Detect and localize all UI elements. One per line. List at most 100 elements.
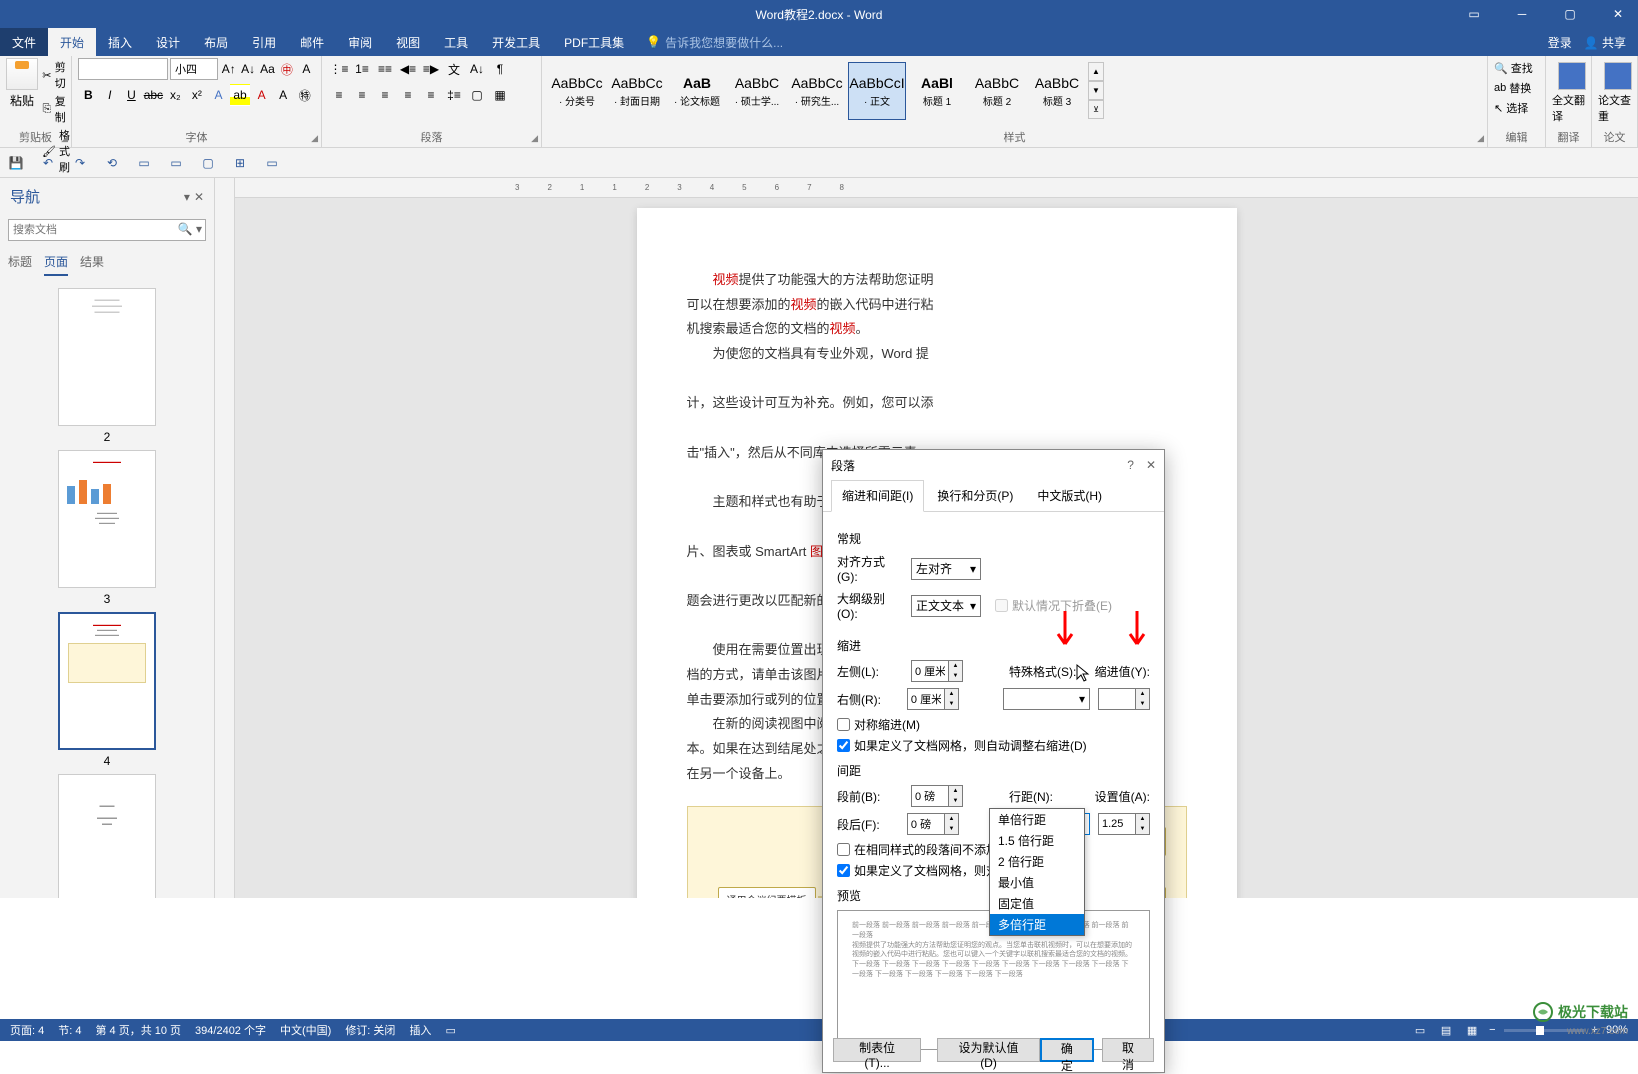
replace-button[interactable]: ab替换	[1494, 78, 1539, 98]
tab-cn-layout[interactable]: 中文版式(H)	[1026, 480, 1113, 511]
font-color-button[interactable]: A	[251, 84, 272, 106]
default-button[interactable]: 设为默认值(D)	[937, 1038, 1040, 1062]
menu-review[interactable]: 审阅	[336, 28, 384, 56]
line-spacing-button[interactable]: ‡≡	[443, 84, 465, 106]
status-pages[interactable]: 第 4 页，共 10 页	[95, 1022, 181, 1038]
font-size-select[interactable]	[170, 58, 218, 80]
change-case-button[interactable]: Aa	[259, 58, 276, 80]
menu-view[interactable]: 视图	[384, 28, 432, 56]
spin-up[interactable]: ▲	[945, 689, 958, 699]
chevron-down-icon[interactable]: ▾	[184, 190, 190, 204]
underline-button[interactable]: U	[121, 84, 142, 106]
styles-scroll-down[interactable]: ▼	[1088, 81, 1104, 100]
thesis-check-button[interactable]: 论文查重	[1598, 58, 1638, 124]
spin-down[interactable]: ▼	[949, 796, 962, 806]
ribbon-options-icon[interactable]: ▭	[1454, 0, 1494, 28]
menu-pdf[interactable]: PDF工具集	[552, 28, 636, 56]
tab-headings[interactable]: 标题	[8, 249, 32, 276]
borders-button[interactable]: ▦	[489, 84, 511, 106]
clipboard-launcher-icon[interactable]: ◢	[61, 133, 68, 144]
share-button[interactable]: 👤 共享	[1584, 34, 1626, 51]
spin-up[interactable]: ▲	[949, 661, 962, 671]
spin-up[interactable]: ▲	[1136, 814, 1149, 824]
help-icon[interactable]: ?	[1127, 458, 1134, 472]
close-nav-icon[interactable]: ✕	[194, 190, 204, 204]
cut-button[interactable]: ✂剪切	[42, 58, 70, 92]
bullets-button[interactable]: ⋮≡	[328, 58, 350, 80]
status-track[interactable]: 修订: 关闭	[345, 1022, 395, 1038]
tell-me-search[interactable]: 💡 告诉我您想要做什么...	[646, 34, 783, 51]
text-effects-button[interactable]: A	[208, 84, 229, 106]
menu-dev[interactable]: 开发工具	[480, 28, 552, 56]
spin-down[interactable]: ▼	[945, 699, 958, 709]
read-mode-icon[interactable]: ▭	[1411, 1022, 1429, 1038]
style-graduate[interactable]: AaBbCc· 研究生...	[788, 62, 846, 120]
indentval-spin[interactable]: ▲▼	[1098, 688, 1150, 710]
status-lang[interactable]: 中文(中国)	[280, 1022, 331, 1038]
highlight-button[interactable]: ab	[230, 84, 251, 106]
char-shading-button[interactable]: A	[273, 84, 294, 106]
style-heading2[interactable]: AaBbC标题 2	[968, 62, 1026, 120]
qat-btn-4[interactable]: ⟲	[102, 153, 122, 173]
status-words[interactable]: 394/2402 个字	[195, 1022, 266, 1038]
increase-indent-button[interactable]: ≡▶	[420, 58, 442, 80]
zoom-out-button[interactable]: −	[1489, 1024, 1495, 1036]
spin-up[interactable]: ▲	[1136, 689, 1149, 699]
style-body[interactable]: AaBbCcI· 正文	[848, 62, 906, 120]
before-spin[interactable]: ▲▼	[911, 785, 963, 807]
redo-icon[interactable]: ↷	[70, 153, 90, 173]
menu-design[interactable]: 设计	[144, 28, 192, 56]
align-combo[interactable]: 左对齐▾	[911, 558, 981, 580]
left-indent-spin[interactable]: ▲▼	[911, 660, 963, 682]
translate-button[interactable]: 全文翻译	[1552, 58, 1592, 124]
dd-fixed[interactable]: 固定值	[990, 893, 1084, 914]
qat-btn-9[interactable]: ▭	[262, 153, 282, 173]
print-layout-icon[interactable]: ▤	[1437, 1022, 1455, 1038]
cancel-button[interactable]: 取消	[1102, 1038, 1154, 1062]
style-category[interactable]: AaBbCc· 分类号	[548, 62, 606, 120]
paste-button[interactable]: 粘贴	[6, 58, 38, 128]
phonetic-guide-button[interactable]: ㊥	[278, 58, 295, 80]
thumb-page-3[interactable]: ▬▬▬▬▬▬▬▬▬▬▬▬▬▬▬▬▬▬▬▬▬▬ 3	[8, 450, 206, 606]
dd-min[interactable]: 最小值	[990, 872, 1084, 893]
spin-down[interactable]: ▼	[1136, 699, 1149, 709]
spin-down[interactable]: ▼	[949, 671, 962, 681]
tab-line-page[interactable]: 换行和分页(P)	[926, 480, 1024, 511]
thumb-page-2[interactable]: ▬▬▬▬▬▬▬▬▬▬▬▬▬▬▬▬ 2	[8, 288, 206, 444]
nosame-check[interactable]	[837, 843, 850, 856]
enclose-char-button[interactable]: ㊕	[294, 84, 315, 106]
spin-up[interactable]: ▲	[949, 786, 962, 796]
menu-tools[interactable]: 工具	[432, 28, 480, 56]
show-marks-button[interactable]: ¶	[489, 58, 511, 80]
char-border-button[interactable]: A	[298, 58, 315, 80]
align-right-button[interactable]: ≡	[374, 84, 396, 106]
outline-combo[interactable]: 正文文本▾	[911, 595, 981, 617]
menu-file[interactable]: 文件	[0, 28, 48, 56]
font-name-select[interactable]	[78, 58, 168, 80]
tabs-button[interactable]: 制表位(T)...	[833, 1038, 921, 1062]
spin-down[interactable]: ▼	[945, 824, 958, 834]
minimize-button[interactable]: ─	[1502, 0, 1542, 28]
special-combo[interactable]: ▾	[1003, 688, 1090, 710]
status-extra-icon[interactable]: ▭	[445, 1024, 455, 1037]
status-page[interactable]: 页面: 4	[10, 1022, 44, 1038]
styles-launcher-icon[interactable]: ◢	[1477, 133, 1484, 144]
style-heading3[interactable]: AaBbC标题 3	[1028, 62, 1086, 120]
menu-layout[interactable]: 布局	[192, 28, 240, 56]
login-link[interactable]: 登录	[1548, 34, 1572, 51]
find-button[interactable]: 🔍查找	[1494, 58, 1539, 78]
close-dialog-icon[interactable]: ✕	[1146, 458, 1156, 472]
setval-spin[interactable]: ▲▼	[1098, 813, 1150, 835]
dd-single[interactable]: 单倍行距	[990, 809, 1084, 830]
bold-button[interactable]: B	[78, 84, 99, 106]
italic-button[interactable]: I	[100, 84, 121, 106]
status-section[interactable]: 节: 4	[58, 1022, 81, 1038]
justify-button[interactable]: ≡	[397, 84, 419, 106]
dd-15[interactable]: 1.5 倍行距	[990, 830, 1084, 851]
style-master[interactable]: AaBbC· 硕士学...	[728, 62, 786, 120]
right-indent-spin[interactable]: ▲▼	[907, 688, 959, 710]
thumb-page-5[interactable]: ▬▬▬▬▬▬▬▬▬	[8, 774, 206, 898]
align-left-button[interactable]: ≡	[328, 84, 350, 106]
style-coverdate[interactable]: AaBbCc· 封面日期	[608, 62, 666, 120]
search-input[interactable]	[8, 219, 206, 241]
